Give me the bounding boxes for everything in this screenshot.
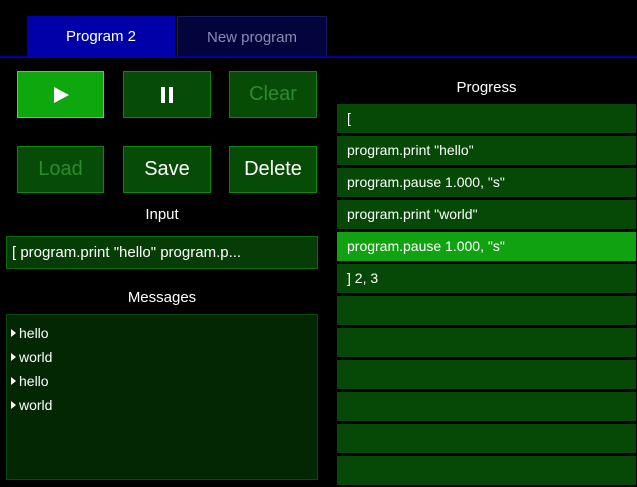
arrow-right-icon [11, 377, 16, 386]
delete-button[interactable]: Delete [229, 146, 317, 193]
progress-row[interactable]: ] 2, 3 [337, 264, 636, 293]
load-button[interactable]: Load [17, 146, 104, 193]
tab-bar: Program 2 New program [0, 16, 637, 57]
progress-row[interactable] [337, 424, 636, 453]
pause-button[interactable] [123, 71, 211, 118]
progress-row[interactable]: program.print "hello" [337, 136, 636, 165]
message-item: world [7, 393, 317, 417]
progress-row[interactable] [337, 328, 636, 357]
play-button[interactable] [17, 71, 104, 118]
progress-row[interactable] [337, 296, 636, 325]
save-button[interactable]: Save [123, 146, 211, 193]
tab-program-2[interactable]: Program 2 [27, 16, 175, 57]
progress-list[interactable]: [ program.print "hello" program.pause 1.… [337, 104, 636, 487]
messages-label: Messages [127, 289, 197, 306]
progress-row[interactable] [337, 360, 636, 389]
arrow-right-icon [11, 353, 16, 362]
program-editor-window: Program 2 New program Clear Load Save De… [0, 0, 637, 487]
progress-row[interactable]: [ [337, 104, 636, 133]
pause-icon [161, 86, 173, 103]
progress-row[interactable]: program.pause 1.000, "s" [337, 168, 636, 197]
arrow-right-icon [11, 329, 16, 338]
progress-label: Progress [456, 79, 517, 96]
messages-panel[interactable]: hello world hello world [6, 314, 318, 480]
progress-row[interactable]: program.pause 1.000, "s" [337, 232, 636, 261]
program-input-field[interactable]: [ program.print "hello" program.p... [6, 236, 318, 269]
progress-row[interactable] [337, 392, 636, 421]
progress-row[interactable] [337, 456, 636, 485]
progress-row[interactable]: program.print "world" [337, 200, 636, 229]
tab-new-program[interactable]: New program [177, 16, 327, 57]
arrow-right-icon [11, 401, 16, 410]
message-item: hello [7, 321, 317, 345]
tab-underline [0, 56, 637, 58]
message-item: hello [7, 369, 317, 393]
message-item: world [7, 345, 317, 369]
play-icon [53, 86, 69, 103]
clear-button[interactable]: Clear [229, 71, 317, 118]
input-label: Input [145, 206, 179, 223]
